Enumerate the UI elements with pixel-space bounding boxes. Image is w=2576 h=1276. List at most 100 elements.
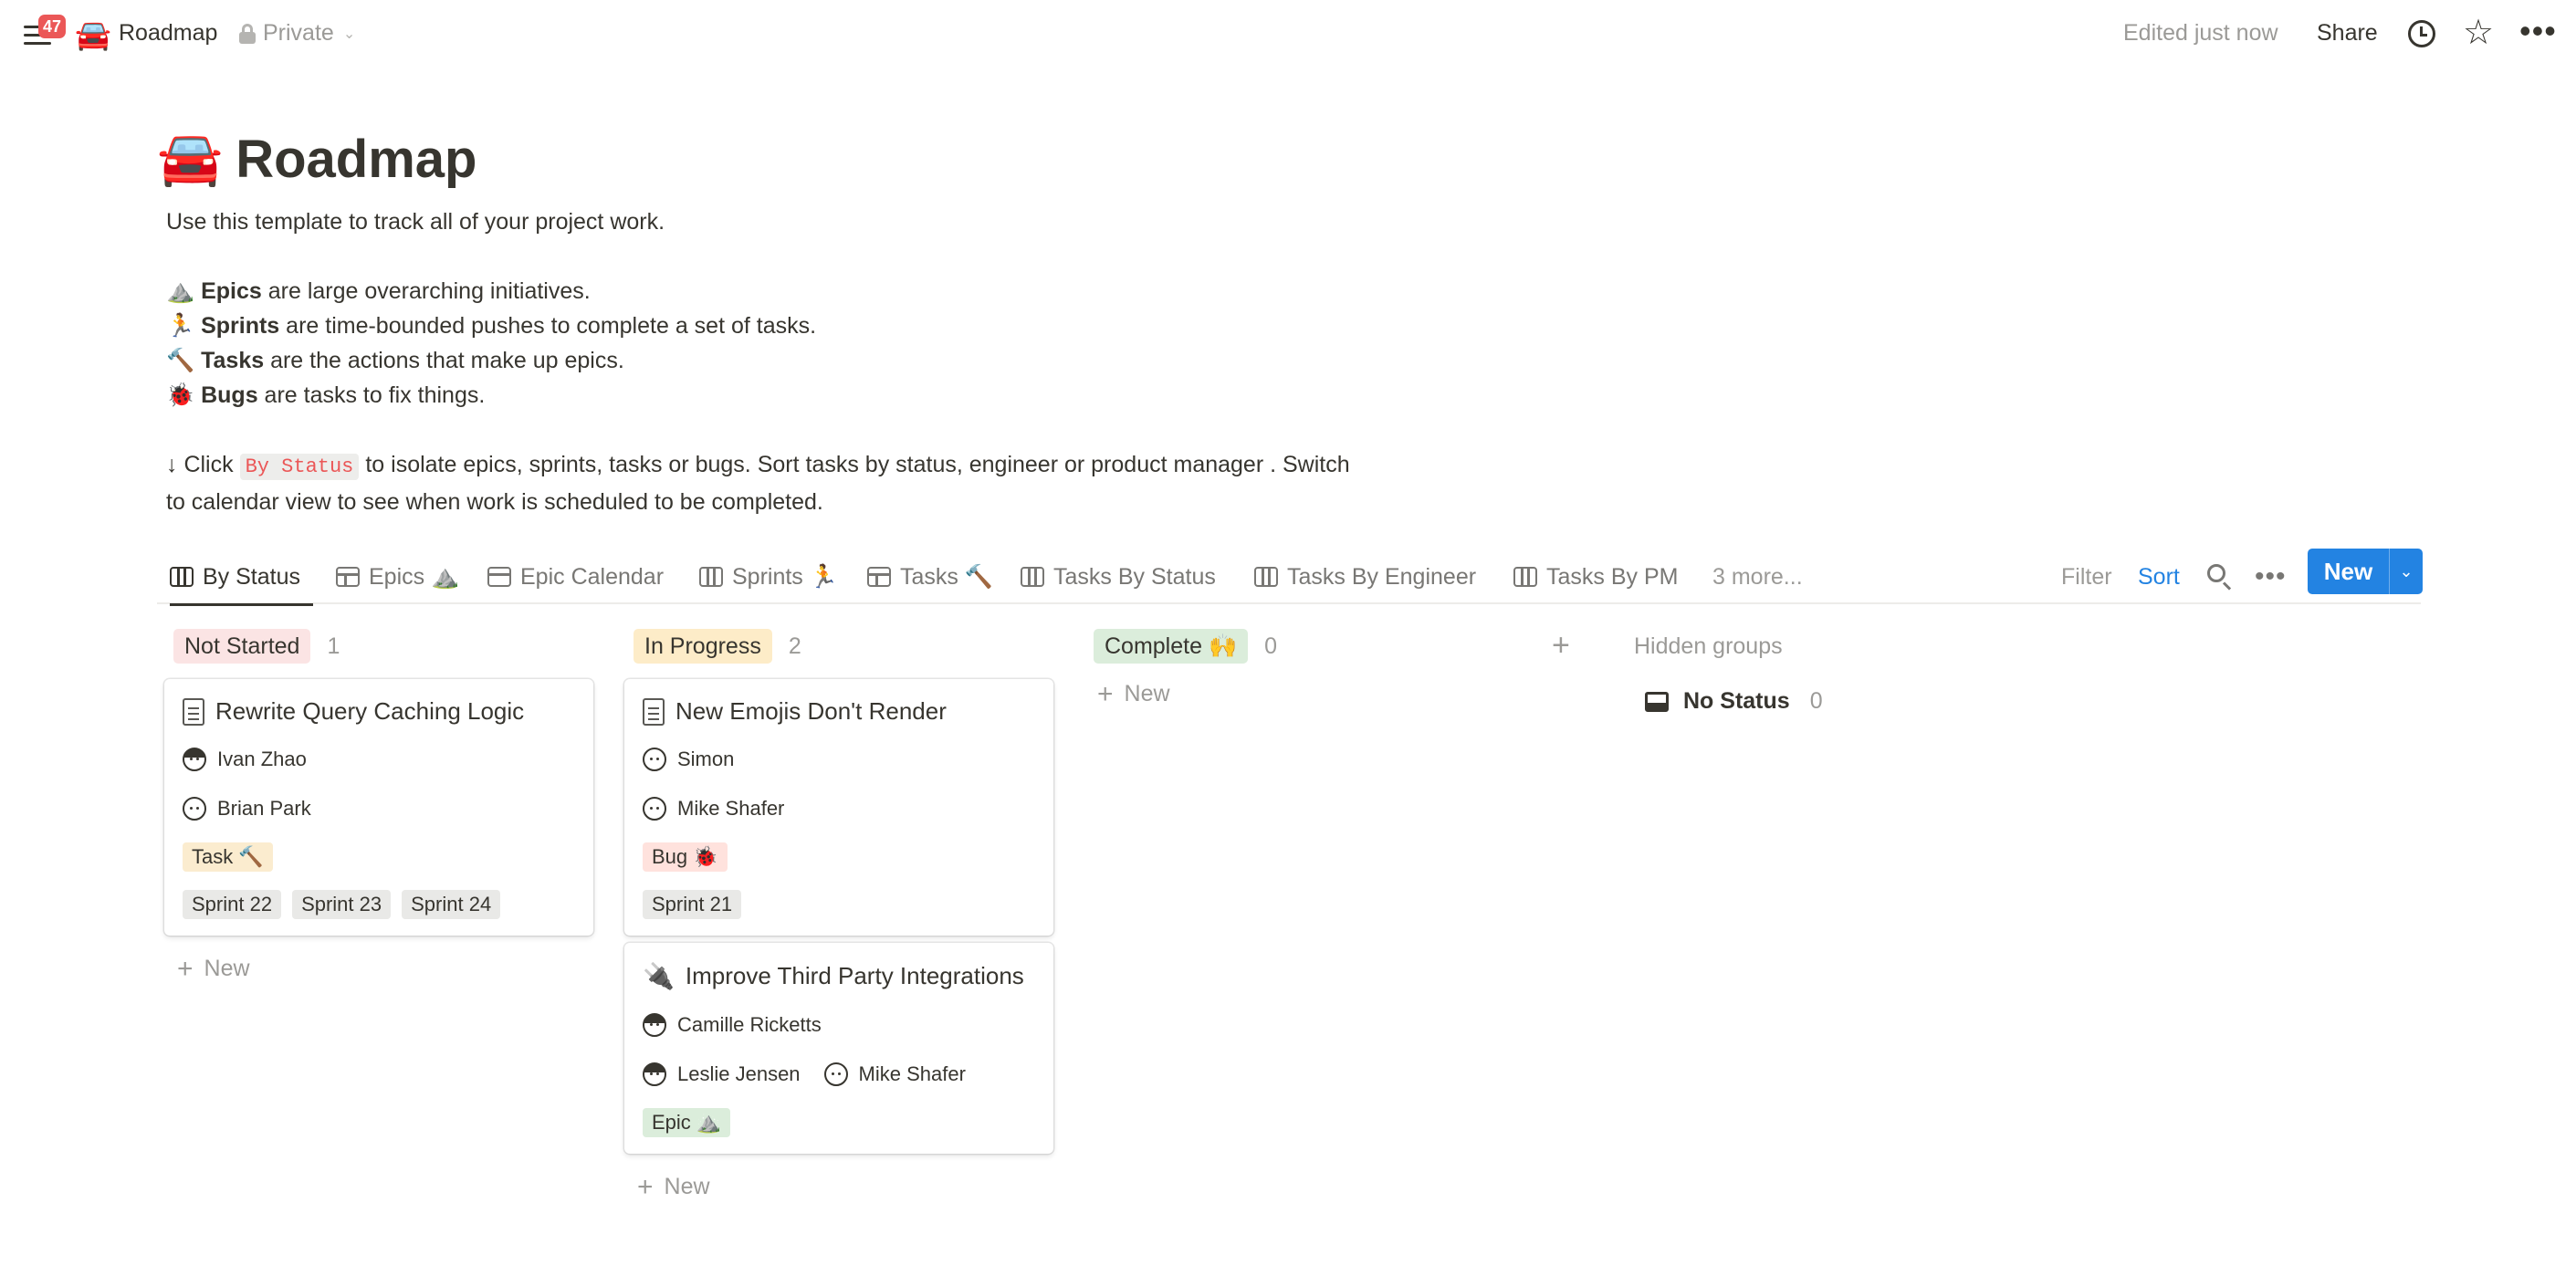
description-line: 🐞 Bugs are tasks to fix things. bbox=[166, 378, 1490, 413]
page-icon-breadcrumb[interactable]: 🚘 bbox=[75, 16, 111, 53]
card-title[interactable]: New Emojis Don't Render bbox=[643, 697, 1037, 726]
page-title[interactable]: 🚘 Roadmap bbox=[157, 128, 476, 190]
tab-label: Epics ⛰️ bbox=[369, 563, 460, 590]
person-chip: Simon bbox=[643, 748, 734, 771]
column-header: In Progress 2 bbox=[624, 621, 1053, 672]
add-group-button[interactable]: + bbox=[1552, 628, 1570, 664]
group-count: 0 bbox=[1264, 633, 1277, 659]
page-icon[interactable]: 🚘 bbox=[157, 128, 223, 190]
status-tag[interactable]: Complete 🙌 bbox=[1094, 629, 1249, 664]
share-button[interactable]: Share bbox=[2317, 20, 2378, 47]
description-line: 🔨 Tasks are the actions that make up epi… bbox=[166, 343, 1490, 378]
group-count: 2 bbox=[788, 633, 801, 659]
page-icon bbox=[643, 697, 665, 726]
person-name: Mike Shafer bbox=[677, 797, 785, 820]
no-status-group[interactable]: No Status 0 bbox=[1634, 688, 1908, 715]
person-row: Camille Ricketts bbox=[643, 1009, 1037, 1041]
sprint-tag: Sprint 21 bbox=[643, 890, 742, 919]
tab-by-status[interactable]: By Status bbox=[170, 559, 313, 606]
tab-sprints[interactable]: Sprints 🏃 bbox=[699, 559, 838, 595]
top-bar: 47 🚘 Roadmap Private ⌄ Edited just now S… bbox=[0, 0, 2576, 69]
card-title[interactable]: 🔌 Improve Third Party Integrations bbox=[643, 961, 1037, 991]
chevron-down-icon: ⌄ bbox=[342, 26, 356, 42]
avatar bbox=[643, 797, 666, 821]
status-tag[interactable]: Not Started bbox=[173, 629, 311, 664]
person-name: Mike Shafer bbox=[858, 1062, 966, 1085]
type-tag-row: Task 🔨 bbox=[183, 842, 577, 872]
board-card[interactable]: New Emojis Don't Render Simon Mike Shafe… bbox=[624, 679, 1053, 936]
new-button-label[interactable]: New bbox=[2308, 549, 2390, 594]
person-chip: Leslie Jensen bbox=[643, 1062, 801, 1086]
clock-icon[interactable] bbox=[2408, 20, 2435, 47]
card-title-text: Improve Third Party Integrations bbox=[685, 962, 1024, 989]
board-card[interactable]: 🔌 Improve Third Party Integrations Camil… bbox=[624, 943, 1053, 1154]
tab-label: Epic Calendar bbox=[520, 563, 665, 590]
view-tabs: By Status Epics ⛰️ Epic Calendar Sprints… bbox=[157, 548, 2423, 606]
mountain-icon: ⛰️ bbox=[166, 278, 195, 304]
tab-epic-calendar[interactable]: Epic Calendar bbox=[487, 559, 664, 595]
board-column-in-progress: In Progress 2 New Emojis Don't Render Si… bbox=[624, 621, 1053, 1200]
table-view-icon bbox=[867, 567, 891, 587]
sprint-tag: Sprint 24 bbox=[402, 890, 501, 919]
type-tag-row: Epic ⛰️ bbox=[643, 1108, 1037, 1137]
sprint-tag: Sprint 23 bbox=[292, 890, 392, 919]
more-icon[interactable]: ••• bbox=[2519, 13, 2557, 49]
status-tag[interactable]: In Progress bbox=[634, 629, 772, 664]
tab-epics[interactable]: Epics ⛰️ bbox=[336, 559, 459, 595]
page-title-text[interactable]: Roadmap bbox=[236, 129, 476, 190]
add-card-button[interactable]: + New bbox=[164, 936, 593, 982]
view-options-icon[interactable]: ••• bbox=[2255, 559, 2287, 595]
more-views-button[interactable]: 3 more... bbox=[1712, 559, 1803, 595]
board-view-icon bbox=[1513, 567, 1537, 587]
add-card-label: New bbox=[1124, 681, 1170, 706]
tab-label: Sprints 🏃 bbox=[732, 563, 838, 590]
sidebar-menu-button[interactable]: 47 bbox=[20, 15, 67, 51]
column-header: Complete 🙌 0 bbox=[1084, 621, 1513, 672]
tab-label: Tasks By Engineer bbox=[1287, 563, 1477, 590]
epics-text: are large overarching initiatives. bbox=[261, 278, 591, 304]
page-description: Use this template to track all of your p… bbox=[166, 204, 1490, 519]
person-chip: Camille Ricketts bbox=[643, 1013, 822, 1037]
add-card-button[interactable]: + New bbox=[624, 1154, 1053, 1200]
bugs-text: are tasks to fix things. bbox=[257, 382, 486, 408]
new-button[interactable]: New ⌄ bbox=[2308, 549, 2423, 594]
hidden-groups: Hidden groups No Status 0 bbox=[1634, 630, 1908, 715]
breadcrumb-page-name[interactable]: Roadmap bbox=[119, 20, 217, 47]
board-card[interactable]: Rewrite Query Caching Logic Ivan Zhao Br… bbox=[164, 679, 593, 936]
person-chip: Ivan Zhao bbox=[183, 748, 307, 771]
tab-label: Tasks 🔨 bbox=[900, 563, 993, 590]
person-chip: Mike Shafer bbox=[823, 1062, 966, 1086]
table-view-icon bbox=[336, 567, 360, 587]
card-title-text: Rewrite Query Caching Logic bbox=[215, 697, 525, 725]
plug-icon: 🔌 bbox=[643, 962, 675, 990]
star-icon[interactable]: ☆ bbox=[2463, 13, 2494, 53]
privacy-selector[interactable]: Private ⌄ bbox=[239, 20, 355, 47]
menu-icon-bar bbox=[24, 42, 51, 45]
hammer-icon: 🔨 bbox=[166, 348, 195, 373]
bug-icon: 🐞 bbox=[166, 382, 195, 408]
instruction-line-2: to calendar view to see when work is sch… bbox=[166, 489, 823, 515]
person-name: Leslie Jensen bbox=[677, 1062, 801, 1085]
add-card-button[interactable]: + New bbox=[1084, 672, 1513, 707]
tab-tasks-by-engineer[interactable]: Tasks By Engineer bbox=[1254, 559, 1476, 595]
search-icon[interactable] bbox=[2204, 560, 2236, 593]
board-view-icon bbox=[1021, 567, 1044, 587]
person-name: Camille Ricketts bbox=[677, 1013, 822, 1036]
sort-button[interactable]: Sort bbox=[2138, 559, 2180, 595]
card-title[interactable]: Rewrite Query Caching Logic bbox=[183, 697, 577, 726]
person-row: Brian Park bbox=[183, 793, 577, 824]
tab-label: By Status bbox=[203, 563, 300, 590]
board-view-icon bbox=[699, 567, 723, 587]
filter-button[interactable]: Filter bbox=[2061, 559, 2112, 595]
tab-tasks[interactable]: Tasks 🔨 bbox=[867, 559, 993, 595]
chevron-down-icon[interactable]: ⌄ bbox=[2390, 549, 2423, 594]
column-header: Not Started 1 bbox=[164, 621, 593, 672]
inbox-icon bbox=[1645, 691, 1669, 712]
avatar bbox=[183, 748, 206, 771]
intro-text: Use this template to track all of your p… bbox=[166, 209, 665, 235]
tab-tasks-by-status[interactable]: Tasks By Status bbox=[1021, 559, 1216, 595]
tab-tasks-by-pm[interactable]: Tasks By PM bbox=[1513, 559, 1678, 595]
person-chip: Brian Park bbox=[183, 797, 311, 821]
plus-icon: + bbox=[637, 1171, 654, 1202]
